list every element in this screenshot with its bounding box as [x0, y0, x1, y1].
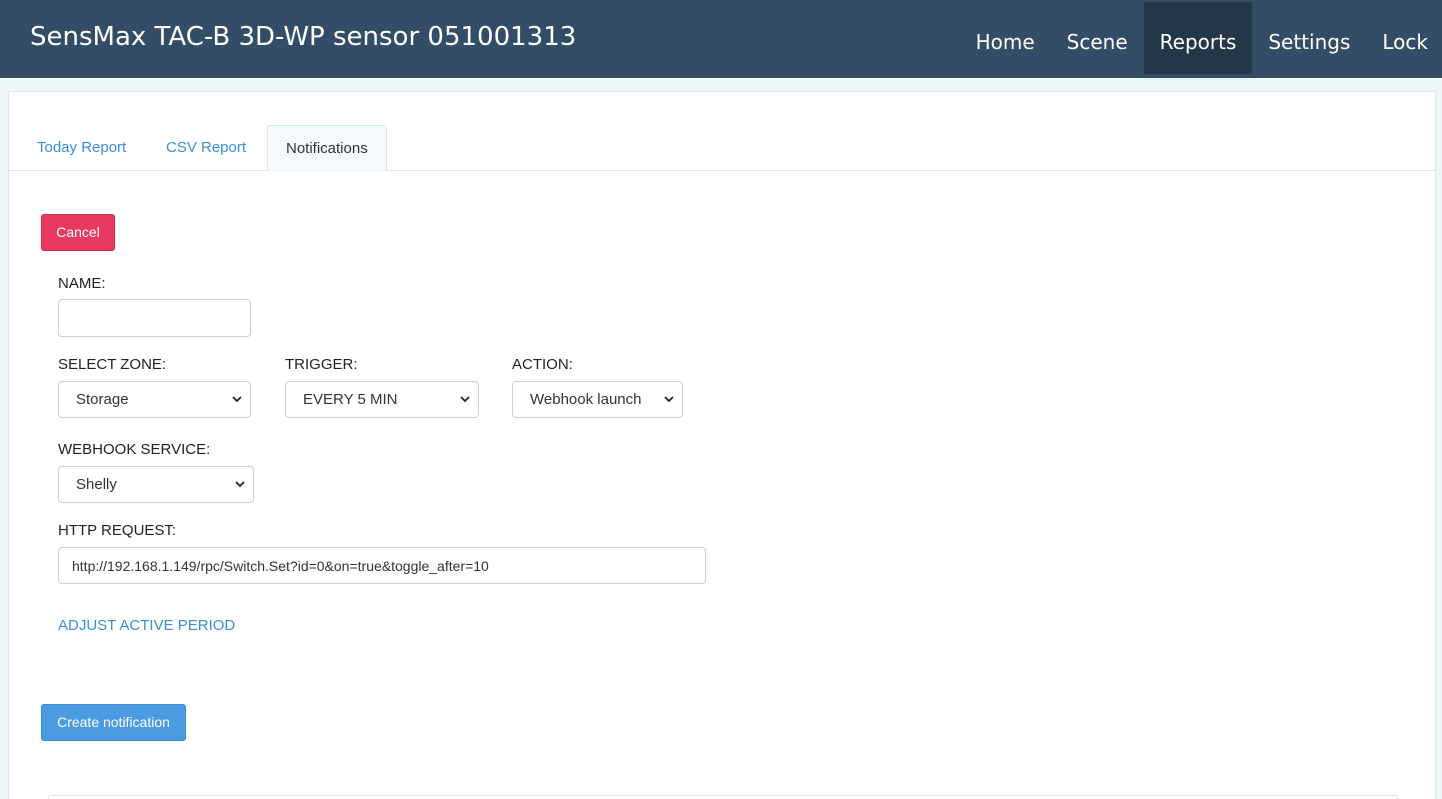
nav-settings[interactable]: Settings: [1252, 2, 1366, 74]
tab-today-report[interactable]: Today Report: [19, 125, 144, 171]
tab-csv-report[interactable]: CSV Report: [148, 125, 264, 171]
nav-reports[interactable]: Reports: [1143, 2, 1253, 74]
http-request-input[interactable]: [58, 547, 706, 584]
chevron-down-icon: [232, 396, 242, 403]
adjust-active-period-link[interactable]: ADJUST ACTIVE PERIOD: [58, 617, 235, 634]
zone-select-value: Storage: [76, 391, 129, 408]
nav-scene[interactable]: Scene: [1051, 2, 1144, 74]
name-input[interactable]: [58, 299, 251, 337]
action-select[interactable]: Webhook launch: [512, 381, 683, 418]
nav-home[interactable]: Home: [960, 2, 1051, 74]
action-label: ACTION:: [512, 356, 573, 373]
main-nav: Home Scene Reports Settings Lock: [960, 2, 1442, 74]
notifications-list: [48, 795, 1398, 799]
app-title: SensMax TAC-B 3D-WP sensor 051001313: [30, 22, 577, 52]
trigger-select-value: EVERY 5 MIN: [303, 391, 398, 408]
create-notification-button[interactable]: Create notification: [41, 704, 186, 741]
report-tabs: Today Report CSV Report Notifications: [9, 125, 1435, 172]
chevron-down-icon: [460, 396, 470, 403]
trigger-label: TRIGGER:: [285, 356, 358, 373]
action-select-value: Webhook launch: [530, 391, 642, 408]
name-label: NAME:: [58, 275, 106, 292]
webhook-label: WEBHOOK SERVICE:: [58, 441, 211, 458]
nav-lock[interactable]: Lock: [1366, 2, 1442, 74]
chevron-down-icon: [235, 481, 245, 488]
zone-label: SELECT ZONE:: [58, 356, 167, 373]
http-request-label: HTTP REQUEST:: [58, 522, 177, 539]
reports-panel: Today Report CSV Report Notifications Ca…: [8, 91, 1436, 799]
webhook-select-value: Shelly: [76, 476, 117, 493]
webhook-select[interactable]: Shelly: [58, 466, 254, 503]
tab-notifications[interactable]: Notifications: [267, 125, 387, 172]
trigger-select[interactable]: EVERY 5 MIN: [285, 381, 479, 418]
chevron-down-icon: [664, 396, 674, 403]
top-navbar: SensMax TAC-B 3D-WP sensor 051001313 Hom…: [0, 0, 1442, 78]
cancel-button[interactable]: Cancel: [41, 214, 115, 251]
zone-select[interactable]: Storage: [58, 381, 251, 418]
